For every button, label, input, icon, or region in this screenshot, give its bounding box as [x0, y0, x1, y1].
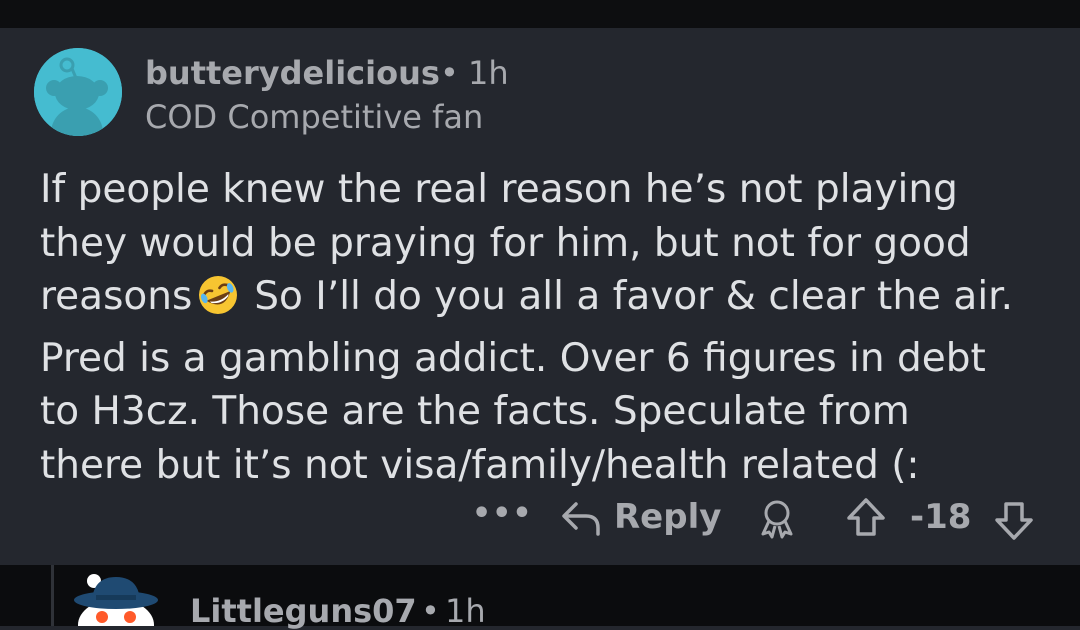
comment-author[interactable]: butterydelicious: [145, 54, 440, 92]
child-meta-separator: •: [421, 592, 440, 630]
vote-score: -18: [910, 497, 972, 537]
reply-button[interactable]: Reply: [614, 497, 721, 537]
child-comment: Littleguns07 • 1h: [0, 565, 1080, 630]
comment-body-segment: reasons: [40, 274, 193, 319]
comment: butterydelicious • 1h COD Competitive fa…: [0, 28, 1080, 565]
rolling-on-floor-laughing-icon: [196, 273, 240, 332]
comment-body-line: there but it’s not visa/family/health re…: [40, 442, 920, 488]
comment-time: 1h: [468, 54, 509, 92]
snoo-hat-avatar-icon: [74, 574, 158, 630]
comment-body-line: Pred is a gambling addict. Over 6 figure…: [40, 335, 986, 381]
thread-line[interactable]: [51, 565, 54, 626]
child-comment-author[interactable]: Littleguns07: [190, 592, 417, 630]
child-avatar[interactable]: [68, 573, 164, 630]
comment-body-line: If people knew the real reason he’s not …: [40, 167, 958, 212]
upvote-arrow-icon[interactable]: [845, 496, 887, 544]
comment-body-line: reasons So I’ll do you all a favor & cle…: [40, 270, 1040, 332]
comment-body: If people knew the real reason he’s not …: [40, 163, 1040, 492]
user-avatar[interactable]: [34, 48, 122, 136]
meta-separator: •: [440, 54, 459, 92]
comment-actions: ••• Reply -18: [0, 490, 1080, 550]
comment-body-segment: So I’ll do you all a favor & clear the a…: [254, 274, 1014, 319]
comment-body-line: they would be praying for him, but not f…: [40, 220, 971, 266]
user-flair: COD Competitive fan: [145, 98, 484, 136]
top-bar: [0, 0, 1080, 28]
child-comment-time: 1h: [445, 592, 486, 630]
comment-body-line: to H3cz. Those are the facts. Speculate …: [40, 389, 910, 434]
more-options-button[interactable]: •••: [472, 496, 533, 531]
snoo-avatar-icon: [34, 48, 122, 136]
downvote-arrow-icon[interactable]: [993, 498, 1035, 546]
reply-arrow-icon[interactable]: [560, 498, 602, 542]
award-icon[interactable]: [757, 498, 797, 544]
